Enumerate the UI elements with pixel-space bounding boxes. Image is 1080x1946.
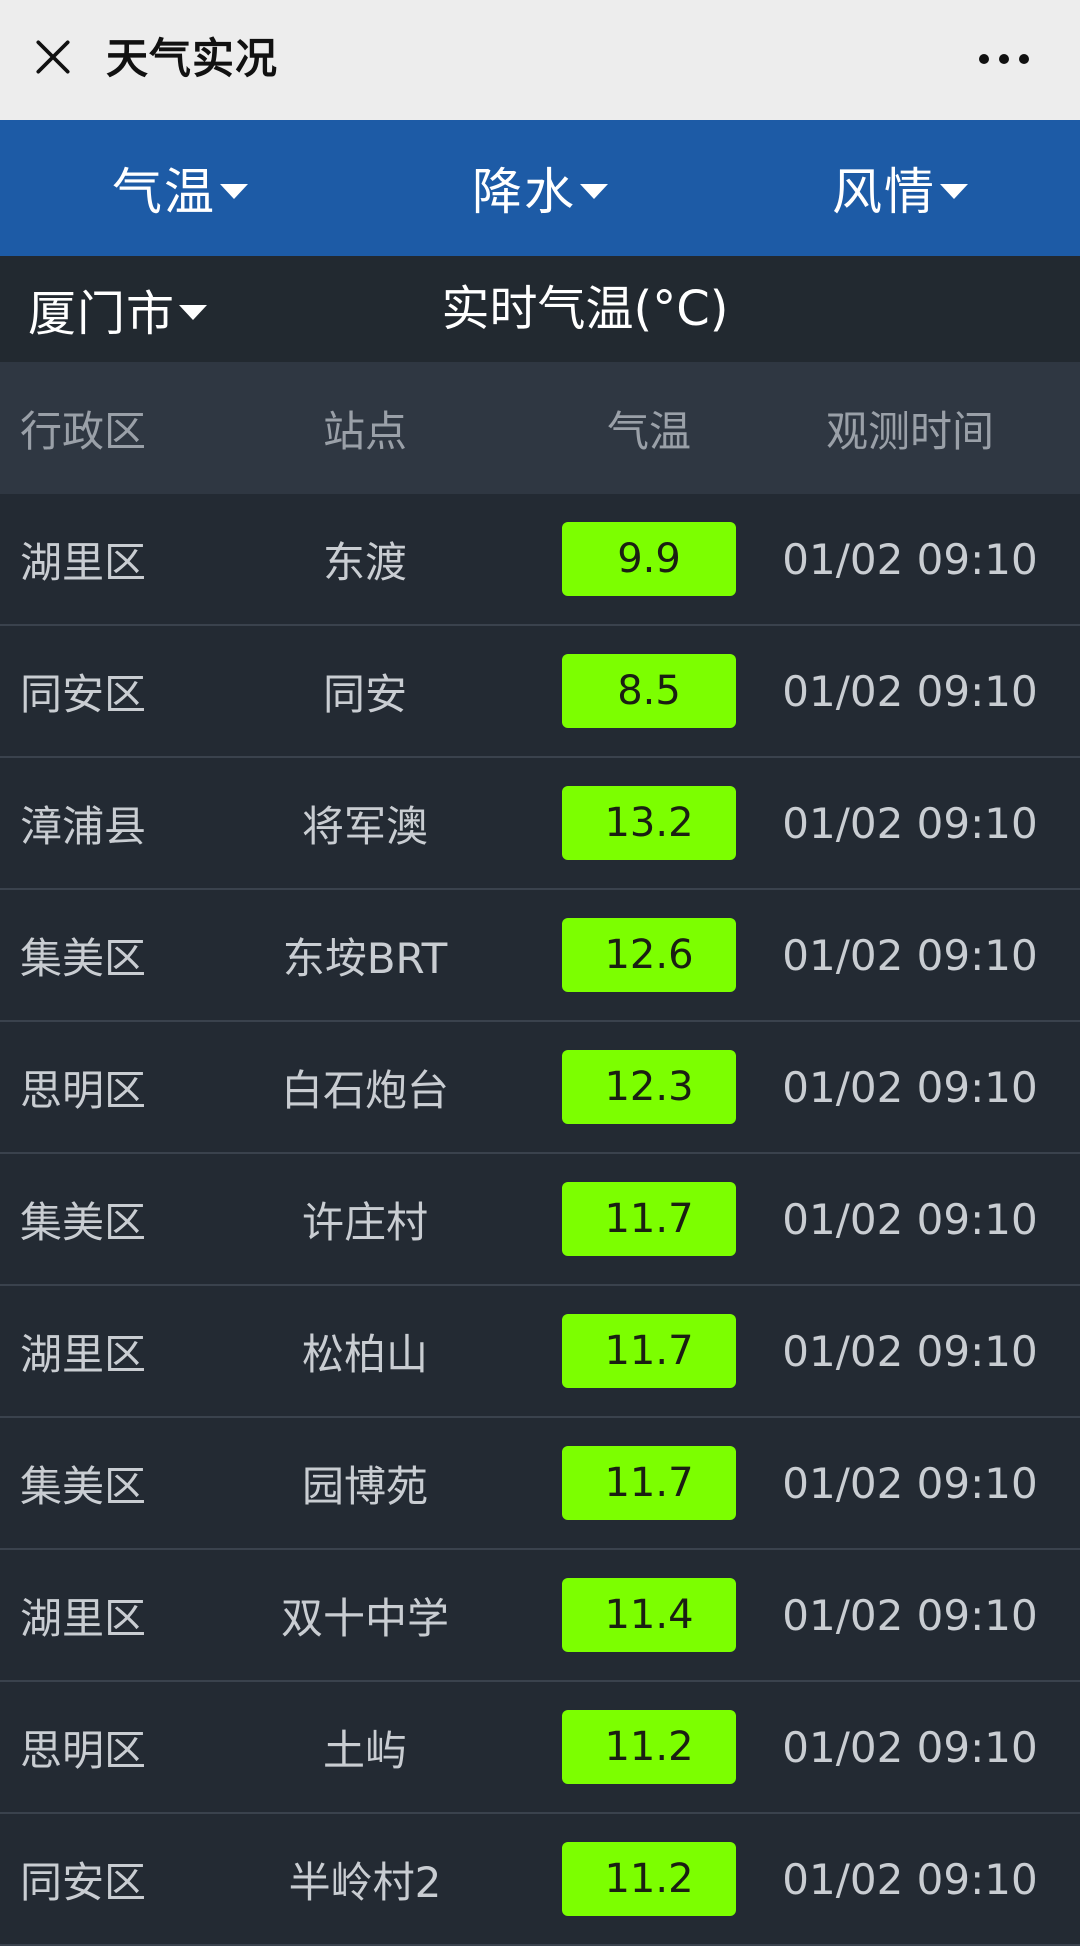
temperature-cell: 11.2	[560, 1814, 738, 1944]
tab-label: 风情	[832, 163, 936, 221]
tab-label: 气温	[112, 163, 216, 221]
station-cell: 将军澳	[301, 801, 428, 851]
temperature-badge: 11.7	[562, 1314, 736, 1388]
temperature-cell: 12.6	[560, 890, 738, 1020]
time-cell: 01/02 09:10	[782, 1854, 1038, 1904]
temperature-cell: 11.7	[560, 1286, 738, 1416]
table-row[interactable]: 集美区 东垵BRT 12.6 01/02 09:10	[0, 890, 1080, 1022]
temperature-badge: 8.5	[562, 654, 736, 728]
temperature-badge: 11.7	[562, 1182, 736, 1256]
district-cell: 思明区	[20, 1065, 147, 1115]
time-cell: 01/02 09:10	[782, 1194, 1038, 1244]
header-temperature: 气温	[606, 406, 691, 456]
station-cell: 东垵BRT	[282, 933, 448, 983]
table-row[interactable]: 集美区 园博苑 11.7 01/02 09:10	[0, 1418, 1080, 1550]
table-row[interactable]: 湖里区 双十中学 11.4 01/02 09:10	[0, 1550, 1080, 1682]
caret-down-icon	[179, 304, 208, 320]
station-cell: 土屿	[322, 1725, 407, 1775]
station-cell: 许庄村	[301, 1197, 428, 1247]
table-row[interactable]: 集美区 许庄村 11.7 01/02 09:10	[0, 1154, 1080, 1286]
close-icon	[36, 40, 70, 74]
time-cell: 01/02 09:10	[782, 666, 1038, 716]
district-cell: 湖里区	[20, 1593, 147, 1643]
district-cell: 集美区	[20, 1461, 147, 1511]
time-cell: 01/02 09:10	[782, 1458, 1038, 1508]
table-row[interactable]: 湖里区 东渡 9.9 01/02 09:10	[0, 494, 1080, 626]
station-cell: 半岭村2	[288, 1857, 442, 1907]
category-tabs: 气温 降水 风情	[0, 120, 1080, 256]
table-row[interactable]: 思明区 白石炮台 12.3 01/02 09:10	[0, 1022, 1080, 1154]
station-cell: 同安	[322, 669, 407, 719]
temperature-badge: 11.7	[562, 1446, 736, 1520]
station-cell: 东渡	[322, 537, 407, 587]
sub-header: 厦门市 实时气温(°C)	[0, 256, 1080, 362]
tab-wind[interactable]: 风情	[720, 120, 1080, 256]
page-title: 天气实况	[106, 34, 279, 83]
caret-down-icon	[220, 183, 248, 199]
title-bar: 天气实况	[0, 0, 1080, 120]
time-cell: 01/02 09:10	[782, 930, 1038, 980]
temperature-cell: 11.4	[560, 1550, 738, 1680]
temperature-badge: 12.3	[562, 1050, 736, 1124]
header-station: 站点	[322, 406, 407, 456]
time-cell: 01/02 09:10	[782, 534, 1038, 584]
temperature-cell: 11.7	[560, 1418, 738, 1548]
time-cell: 01/02 09:10	[782, 1590, 1038, 1640]
header-district: 行政区	[20, 406, 147, 456]
temperature-cell: 8.5	[560, 626, 738, 756]
temperature-cell: 9.9	[560, 494, 738, 624]
temperature-cell: 11.2	[560, 1682, 738, 1812]
header-observation-time: 观测时间	[825, 406, 994, 456]
tab-temperature[interactable]: 气温	[0, 120, 360, 256]
tab-label: 降水	[472, 163, 576, 221]
district-cell: 漳浦县	[20, 801, 147, 851]
city-dropdown[interactable]: 厦门市	[28, 256, 208, 362]
table-row[interactable]: 漳浦县 将军澳 13.2 01/02 09:10	[0, 758, 1080, 890]
close-button[interactable]	[22, 26, 84, 88]
district-cell: 同安区	[20, 669, 147, 719]
district-cell: 集美区	[20, 1197, 147, 1247]
table-row[interactable]: 思明区 土屿 11.2 01/02 09:10	[0, 1682, 1080, 1814]
more-button[interactable]	[968, 36, 1040, 82]
temperature-cell: 11.7	[560, 1154, 738, 1284]
city-label: 厦门市	[28, 286, 176, 342]
district-cell: 集美区	[20, 933, 147, 983]
district-cell: 思明区	[20, 1725, 147, 1775]
district-cell: 湖里区	[20, 537, 147, 587]
caret-down-icon	[940, 183, 968, 199]
temperature-badge: 12.6	[562, 918, 736, 992]
time-cell: 01/02 09:10	[782, 1722, 1038, 1772]
temperature-badge: 9.9	[562, 522, 736, 596]
district-cell: 同安区	[20, 1857, 147, 1907]
temperature-cell: 13.2	[560, 758, 738, 888]
station-cell: 松柏山	[301, 1329, 428, 1379]
station-cell: 白石炮台	[280, 1065, 449, 1115]
station-cell: 园博苑	[301, 1461, 428, 1511]
tab-precipitation[interactable]: 降水	[360, 120, 720, 256]
table-header: 行政区 站点 气温 观测时间	[0, 362, 1080, 494]
more-dots-icon	[979, 54, 1029, 64]
temperature-badge: 11.4	[562, 1578, 736, 1652]
time-cell: 01/02 09:10	[782, 1326, 1038, 1376]
station-cell: 双十中学	[280, 1593, 449, 1643]
district-cell: 湖里区	[20, 1329, 147, 1379]
time-cell: 01/02 09:10	[782, 1062, 1038, 1112]
caret-down-icon	[580, 183, 608, 199]
table-row[interactable]: 同安区 半岭村2 11.2 01/02 09:10	[0, 1814, 1080, 1946]
temperature-cell: 12.3	[560, 1022, 738, 1152]
temperature-badge: 13.2	[562, 786, 736, 860]
temperature-badge: 11.2	[562, 1842, 736, 1916]
table-row[interactable]: 同安区 同安 8.5 01/02 09:10	[0, 626, 1080, 758]
temperature-badge: 11.2	[562, 1710, 736, 1784]
table-row[interactable]: 湖里区 松柏山 11.7 01/02 09:10	[0, 1286, 1080, 1418]
table-body: 湖里区 东渡 9.9 01/02 09:10 同安区 同安 8.5 01/02 …	[0, 494, 1080, 1946]
table-title: 实时气温(°C)	[441, 281, 729, 337]
time-cell: 01/02 09:10	[782, 798, 1038, 848]
